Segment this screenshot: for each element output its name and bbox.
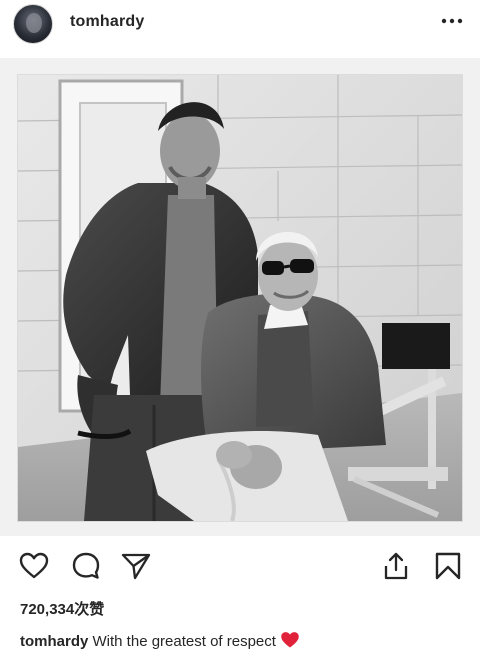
paper-plane-icon[interactable] bbox=[120, 550, 152, 582]
post-action-bar bbox=[0, 540, 480, 590]
post-photo[interactable] bbox=[18, 75, 462, 521]
post-header: tomhardy bbox=[0, 0, 480, 52]
red-heart-emoji bbox=[281, 632, 299, 648]
avatar-image bbox=[26, 13, 42, 33]
bookmark-icon[interactable] bbox=[432, 550, 464, 582]
likes-count[interactable]: 720,334次赞 bbox=[20, 598, 104, 619]
post-username[interactable]: tomhardy bbox=[70, 13, 145, 31]
more-options-icon[interactable] bbox=[438, 14, 466, 28]
photo-image bbox=[18, 75, 462, 521]
caption-username[interactable]: tomhardy bbox=[20, 633, 88, 650]
share-upload-icon[interactable] bbox=[380, 550, 412, 582]
heart-outline-icon[interactable] bbox=[18, 550, 50, 582]
comment-bubble-icon[interactable] bbox=[70, 550, 102, 582]
avatar[interactable] bbox=[13, 4, 53, 44]
post-caption: tomhardy With the greatest of respect bbox=[20, 630, 300, 650]
caption-text: With the greatest of respect bbox=[88, 633, 281, 650]
